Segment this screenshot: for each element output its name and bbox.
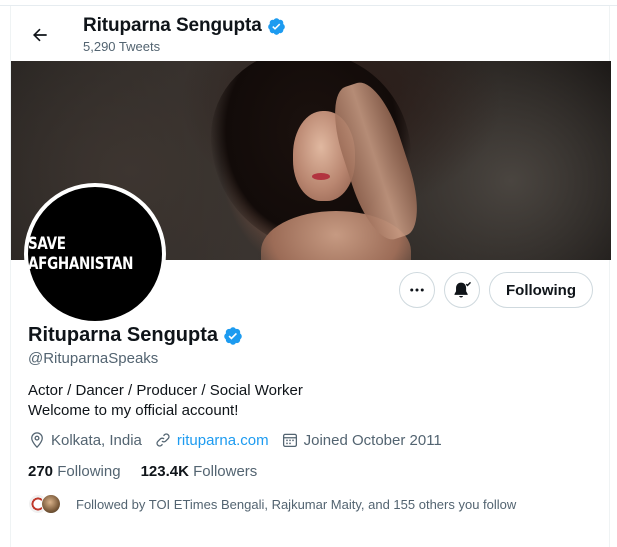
profile-handle: @RituparnaSpeaks	[28, 350, 159, 367]
arrow-left-icon	[33, 28, 47, 42]
link-icon	[156, 433, 170, 447]
following-label: Following	[57, 463, 121, 480]
more-horizontal-icon	[410, 288, 424, 292]
notifications-button[interactable]	[444, 272, 481, 308]
website-item: rituparna.com	[154, 431, 269, 449]
bell-check-icon	[454, 281, 472, 298]
profile-actions: Following	[399, 272, 593, 308]
profile-name-row: Rituparna Sengupta	[28, 324, 243, 347]
followers-stat[interactable]: 123.4K Followers	[141, 463, 258, 480]
bio-line: Actor / Dancer / Producer / Social Worke…	[28, 382, 303, 399]
header-title: Rituparna Sengupta	[83, 15, 286, 37]
following-button[interactable]: Following	[489, 272, 593, 308]
calendar-icon	[282, 433, 297, 448]
joined-text: Joined October 2011	[303, 431, 442, 449]
followers-label: Followers	[193, 463, 258, 480]
followed-by-row[interactable]: Followed by TOI ETimes Bengali, Rajkumar…	[28, 494, 516, 514]
profile-stats: 270 Following 123.4K Followers	[28, 463, 257, 480]
followed-by-text: Followed by TOI ETimes Bengali, Rajkumar…	[76, 496, 517, 512]
avatar	[41, 494, 61, 514]
location-pin-icon	[31, 432, 43, 449]
joined-item: Joined October 2011	[281, 431, 442, 449]
location-text: Kolkata, India	[51, 431, 142, 449]
followers-count: 123.4K	[140, 463, 189, 480]
header-name: Rituparna Sengupta	[83, 15, 262, 36]
followed-by-avatars	[28, 494, 64, 514]
profile-bio: Actor / Dancer / Producer / Social Worke…	[28, 381, 303, 421]
verified-badge-icon	[224, 326, 242, 345]
back-button[interactable]	[25, 20, 55, 50]
location-item: Kolkata, India	[28, 431, 142, 449]
avatar-image: SAVE AFGHANISTAN	[28, 187, 162, 321]
profile-meta: Kolkata, India rituparna.com Joined Octo…	[28, 431, 442, 449]
profile-header: Rituparna Sengupta 5,290 Tweets	[11, 6, 609, 61]
website-link[interactable]: rituparna.com	[177, 432, 269, 449]
following-count: 270	[28, 463, 54, 480]
more-button[interactable]	[399, 272, 436, 308]
following-stat[interactable]: 270 Following	[28, 463, 121, 480]
banner-lips-shape	[312, 173, 330, 180]
verified-badge-icon	[267, 17, 285, 35]
bio-line: Welcome to my official account!	[28, 402, 239, 419]
profile-display-name: Rituparna Sengupta	[28, 324, 219, 346]
avatar-text: SAVE AFGHANISTAN	[28, 234, 134, 274]
profile-column: Rituparna Sengupta 5,290 Tweets SAVE AFG…	[10, 6, 611, 547]
profile-avatar[interactable]: SAVE AFGHANISTAN	[24, 183, 166, 325]
tweet-count: 5,290 Tweets	[83, 39, 161, 54]
